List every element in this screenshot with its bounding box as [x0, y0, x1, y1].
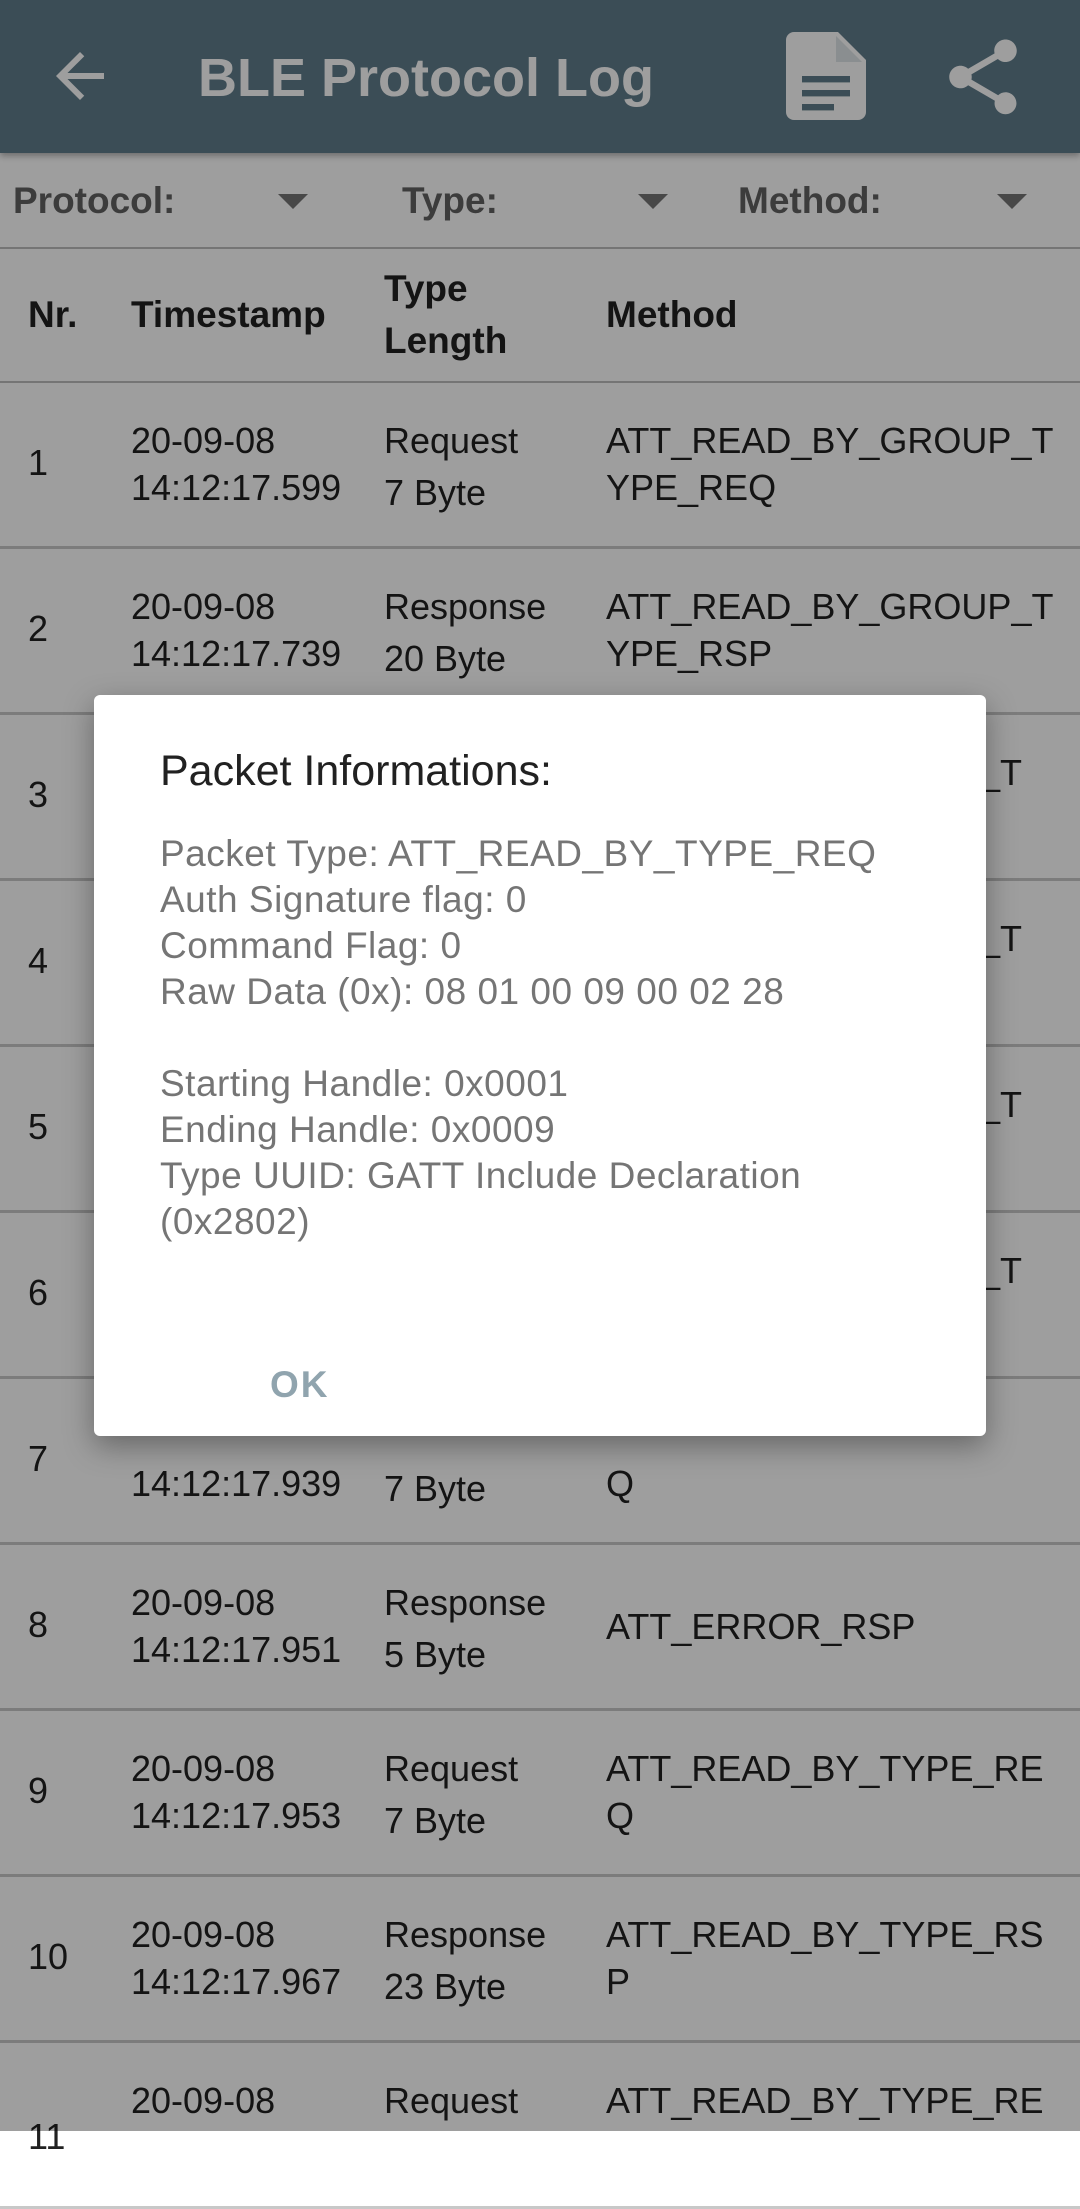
dialog-line-ending-handle: Ending Handle: 0x0009	[160, 1109, 556, 1150]
dialog-line-spacer	[160, 1015, 940, 1061]
dialog-line-auth-signature: Auth Signature flag: 0	[160, 879, 527, 920]
dialog-line-command-flag: Command Flag: 0	[160, 925, 462, 966]
dialog-line-packet-type: Packet Type: ATT_READ_BY_TYPE_REQ	[160, 833, 877, 874]
dialog-line-raw-data: Raw Data (0x): 08 01 00 09 00 02 28	[160, 971, 785, 1012]
dialog-line-starting-handle: Starting Handle: 0x0001	[160, 1063, 569, 1104]
packet-info-dialog: Packet Informations: Packet Type: ATT_RE…	[94, 695, 986, 1436]
dialog-line-type-uuid: Type UUID: GATT Include Declaration	[160, 1155, 802, 1196]
dialog-title: Packet Informations:	[160, 747, 552, 795]
dialog-line-type-uuid-value: (0x2802)	[160, 1201, 311, 1242]
ok-button-label: OK	[270, 1364, 330, 1405]
dialog-message: Packet Type: ATT_READ_BY_TYPE_REQ Auth S…	[160, 831, 940, 1245]
ok-button[interactable]: OK	[244, 1345, 348, 1425]
